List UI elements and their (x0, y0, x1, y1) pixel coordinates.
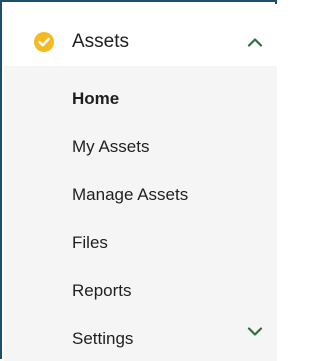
submenu-item-manage-assets[interactable]: Manage Assets (72, 184, 188, 206)
submenu-item-files[interactable]: Files (72, 232, 108, 254)
chevron-up-icon[interactable] (247, 37, 263, 47)
submenu-item-home[interactable]: Home (72, 88, 119, 110)
assets-submenu: Home My Assets Manage Assets Files Repor… (4, 66, 277, 361)
submenu-item-settings[interactable]: Settings (72, 328, 133, 350)
assets-section-header[interactable]: Assets (4, 4, 277, 66)
submenu-item-reports[interactable]: Reports (72, 280, 132, 302)
check-circle-icon (34, 32, 54, 52)
chevron-down-icon[interactable] (247, 327, 263, 337)
assets-nav-panel: Assets Home My Assets Manage Assets File… (0, 0, 277, 361)
submenu-item-my-assets[interactable]: My Assets (72, 136, 149, 158)
assets-section-label: Assets (72, 31, 130, 52)
